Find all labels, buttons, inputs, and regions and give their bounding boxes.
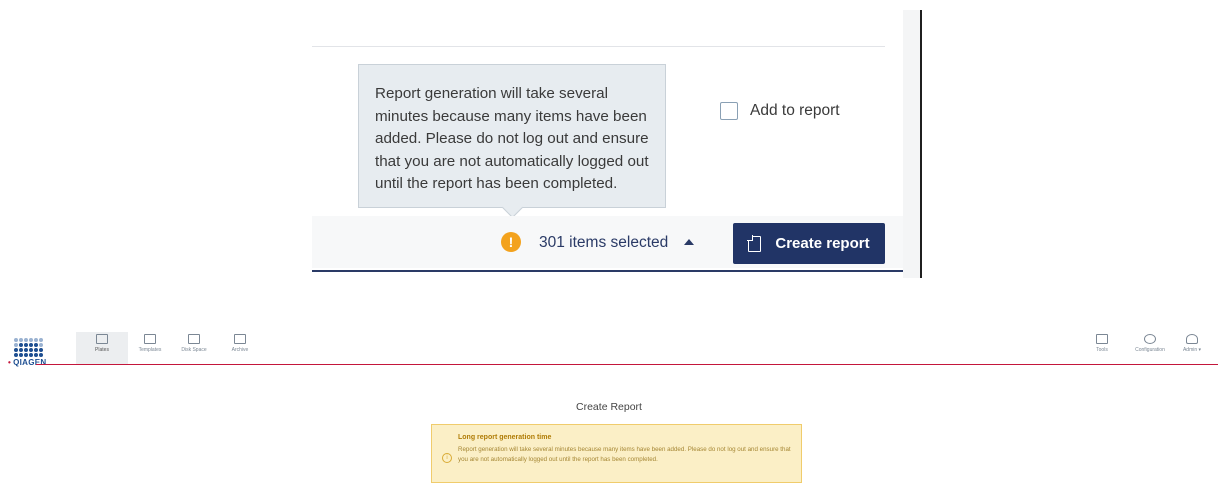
disk-space-icon — [188, 334, 200, 344]
nav-label: Admin ▾ — [1182, 347, 1202, 353]
user-icon — [1186, 334, 1198, 344]
panel-edge — [920, 10, 922, 278]
selection-footer: ! 301 items selected Create report — [312, 216, 903, 272]
nav-label: Plates — [95, 347, 109, 353]
add-to-report-label: Add to report — [750, 102, 840, 119]
info-icon: i — [442, 453, 452, 463]
qiagen-logo[interactable]: QIAGEN — [8, 338, 48, 372]
logo-dots — [14, 338, 48, 357]
create-report-label: Create report — [775, 235, 870, 252]
tooltip-text: Report generation will take several minu… — [375, 85, 649, 192]
nav-admin[interactable]: Admin ▾ — [1166, 332, 1218, 364]
caret-up-icon[interactable] — [684, 239, 694, 245]
nav-label: Tools — [1096, 347, 1108, 353]
nav-plates[interactable]: Plates — [76, 332, 128, 364]
scroll-gutter — [903, 10, 920, 278]
long-generation-notice: i Long report generation time Report gen… — [431, 424, 802, 483]
report-time-tooltip: Report generation will take several minu… — [358, 64, 666, 219]
nav-archive[interactable]: Archive — [214, 332, 266, 364]
folder-icon — [234, 334, 246, 344]
zoomed-report-panel: Report generation will take several minu… — [312, 0, 924, 280]
plates-icon — [96, 334, 108, 344]
document-icon — [747, 234, 762, 252]
gear-icon — [1144, 334, 1156, 344]
app-header: QIAGEN Plates Templates Disk Space Archi… — [0, 328, 1218, 372]
nav-label: Disk Space — [181, 347, 207, 353]
add-to-report-checkbox[interactable] — [720, 102, 738, 120]
add-to-report-option[interactable]: Add to report — [720, 102, 840, 120]
page-title: Create Report — [576, 401, 642, 413]
templates-icon — [144, 334, 156, 344]
header-accent-line — [36, 364, 1218, 365]
create-report-button[interactable]: Create report — [733, 223, 885, 264]
selection-count[interactable]: 301 items selected — [539, 234, 668, 252]
tooltip-arrow — [501, 196, 524, 219]
nav-disk-space[interactable]: Disk Space — [168, 332, 220, 364]
tools-icon — [1096, 334, 1108, 344]
brand-name: QIAGEN — [8, 358, 48, 367]
nav-label: Archive — [231, 347, 249, 353]
notice-body: Report generation will take several minu… — [458, 446, 791, 463]
footer-underline — [312, 270, 903, 272]
exclamation-circle-icon[interactable]: ! — [501, 232, 521, 252]
divider — [312, 46, 885, 47]
notice-title: Long report generation time — [458, 434, 552, 441]
nav-tools[interactable]: Tools — [1076, 332, 1128, 364]
